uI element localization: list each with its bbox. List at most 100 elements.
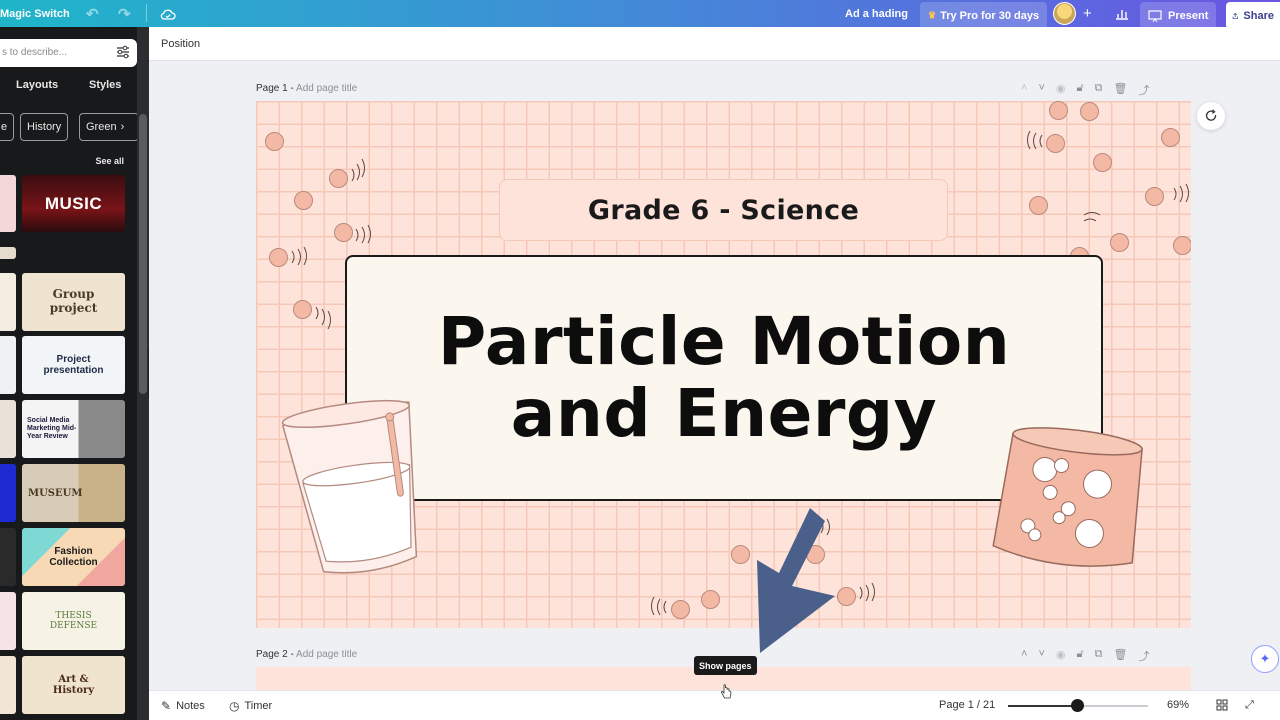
- sparkle-icon: ✦: [1259, 651, 1271, 666]
- template-thumb[interactable]: [0, 336, 16, 394]
- page-1-tools: ˄ ˅ ◉ 🔓︎ ⧉ 🗑︎ ⤴: [1021, 82, 1149, 97]
- chevron-right-icon: ›: [120, 121, 125, 133]
- tab-layouts[interactable]: Layouts: [16, 79, 58, 91]
- context-toolbar: Position: [149, 27, 1280, 61]
- search-placeholder: s to describe...: [2, 47, 68, 58]
- grade-subtitle: Grade 6 - Science: [587, 194, 860, 226]
- refresh-button[interactable]: [1197, 102, 1225, 130]
- fullscreen-icon[interactable]: ⤢: [1245, 699, 1254, 712]
- trash-icon[interactable]: 🗑︎: [1113, 82, 1127, 96]
- redo-icon[interactable]: ↷: [118, 0, 131, 27]
- eye-icon[interactable]: ◉: [1056, 648, 1066, 662]
- present-label: Present: [1168, 9, 1209, 22]
- hand-cursor-icon: [720, 684, 732, 699]
- present-icon: [1148, 9, 1162, 22]
- page-2-tools: ˄ ˅ ◉ 🔓︎ ⧉ 🗑︎ ⤴: [1021, 648, 1149, 663]
- template-art-history[interactable]: Art & History: [22, 656, 125, 714]
- show-pages-tooltip: Show pages: [694, 656, 757, 675]
- template-thumb[interactable]: [0, 400, 16, 458]
- title-box[interactable]: Particle Motion and Energy: [345, 255, 1103, 501]
- undo-icon[interactable]: ↶: [86, 0, 99, 27]
- avatar[interactable]: [1053, 0, 1076, 27]
- timer-label: Timer: [244, 700, 273, 712]
- zoom-level[interactable]: 69%: [1167, 699, 1189, 711]
- divider: [146, 4, 147, 22]
- template-group-project[interactable]: Group project: [22, 273, 125, 331]
- share-button[interactable]: Share: [1226, 2, 1280, 29]
- cloud-save-icon[interactable]: [160, 0, 176, 27]
- template-thumb[interactable]: [0, 247, 16, 259]
- timer-button[interactable]: ◷ Timer: [229, 699, 272, 713]
- annotation-arrow: [757, 508, 835, 653]
- analytics-icon[interactable]: [1115, 0, 1129, 27]
- template-thumb[interactable]: [0, 175, 16, 232]
- template-thumb[interactable]: [0, 273, 16, 331]
- add-collaborator-icon[interactable]: +: [1083, 0, 1092, 27]
- chip-partial[interactable]: e: [0, 113, 14, 141]
- zoom-slider-handle[interactable]: [1071, 699, 1084, 712]
- template-thumb[interactable]: [0, 464, 16, 522]
- notes-label: Notes: [176, 700, 205, 712]
- eye-icon[interactable]: ◉: [1056, 82, 1066, 96]
- template-art-museum[interactable]: MUSEUM: [22, 464, 125, 522]
- add-page-icon[interactable]: ⤴: [1138, 648, 1149, 663]
- template-thumb[interactable]: [0, 528, 16, 586]
- see-all-link[interactable]: See all: [95, 156, 124, 166]
- notes-button[interactable]: ✎ Notes: [161, 699, 205, 713]
- grid-view-icon[interactable]: [1216, 699, 1228, 711]
- position-button[interactable]: Position: [161, 38, 200, 50]
- magic-switch-button[interactable]: Magic Switch: [0, 0, 70, 27]
- magic-assistant-button[interactable]: ✦: [1251, 645, 1279, 673]
- template-music[interactable]: MUSIC: [22, 175, 125, 232]
- page-count[interactable]: Page 1 / 21: [939, 699, 995, 711]
- document-title-text: Ad a hading: [845, 7, 908, 20]
- title-line-1: Particle Motion: [437, 303, 1011, 380]
- title-line-2: and Energy: [510, 375, 938, 452]
- refresh-icon: [1205, 109, 1217, 121]
- template-thumb[interactable]: [0, 592, 16, 650]
- add-page-icon[interactable]: ⤴: [1138, 82, 1149, 97]
- chip-green[interactable]: Green ›: [79, 113, 137, 141]
- gas-jar-illustration: [992, 427, 1143, 567]
- present-button[interactable]: Present: [1140, 2, 1217, 29]
- template-social-media-review[interactable]: Social Media Marketing Mid-Year Review: [22, 400, 125, 458]
- search-input[interactable]: s to describe...: [0, 39, 137, 67]
- lock-icon[interactable]: 🔓︎: [1076, 82, 1083, 96]
- tab-styles[interactable]: Styles: [89, 79, 121, 91]
- template-project-presentation[interactable]: Project presentation: [22, 336, 125, 394]
- document-title[interactable]: Ad a hading: [845, 0, 908, 27]
- try-pro-button[interactable]: ♛ Try Pro for 30 days: [920, 2, 1048, 29]
- chip-history[interactable]: History: [20, 113, 69, 141]
- top-toolbar: Magic Switch ↶ ↷ Ad a hading ♛ Try Pro f…: [0, 0, 1280, 29]
- chevron-down-icon[interactable]: ˅: [1038, 82, 1044, 96]
- glass-of-water-illustration: [281, 399, 418, 574]
- chevron-up-icon[interactable]: ˄: [1021, 648, 1027, 662]
- page-2-label: Page 2 - Add page title: [256, 649, 358, 660]
- template-fashion-collection[interactable]: Fashion Collection: [22, 528, 125, 586]
- share-label: Share: [1243, 9, 1274, 22]
- page-1-label: Page 1 - Add page title: [256, 83, 358, 94]
- panel-scroll-thumb[interactable]: [139, 114, 147, 394]
- duplicate-icon[interactable]: ⧉: [1095, 648, 1103, 662]
- filter-chips: e History Green ›: [0, 113, 137, 141]
- template-thumb[interactable]: [0, 656, 16, 714]
- lock-icon[interactable]: 🔓︎: [1076, 648, 1083, 662]
- chevron-down-icon[interactable]: ˅: [1038, 648, 1044, 662]
- template-thesis-defense[interactable]: THESIS DEFENSE: [22, 592, 125, 650]
- filter-icon[interactable]: [116, 45, 130, 59]
- try-pro-label: Try Pro for 30 days: [940, 9, 1040, 22]
- bottom-bar: ✎ Notes ◷ Timer Page 1 / 21 69% ⤢: [149, 690, 1280, 720]
- templates-panel: s to describe... Layouts Styles e Histor…: [0, 27, 137, 720]
- crown-icon: ♛: [928, 10, 937, 20]
- add-page-title[interactable]: Add page title: [296, 83, 357, 94]
- magic-switch-label: Magic Switch: [0, 7, 70, 20]
- timer-icon: ◷: [229, 699, 240, 713]
- slide-page-1[interactable]: Grade 6 - Science Particle Motion and En…: [256, 101, 1191, 628]
- trash-icon[interactable]: 🗑︎: [1113, 648, 1127, 662]
- share-icon: [1232, 12, 1238, 19]
- duplicate-icon[interactable]: ⧉: [1095, 82, 1103, 96]
- add-page-title-2[interactable]: Add page title: [296, 649, 357, 660]
- notes-icon: ✎: [161, 699, 172, 713]
- grade-subtitle-box[interactable]: Grade 6 - Science: [499, 179, 948, 241]
- chevron-up-icon[interactable]: ˄: [1021, 82, 1027, 96]
